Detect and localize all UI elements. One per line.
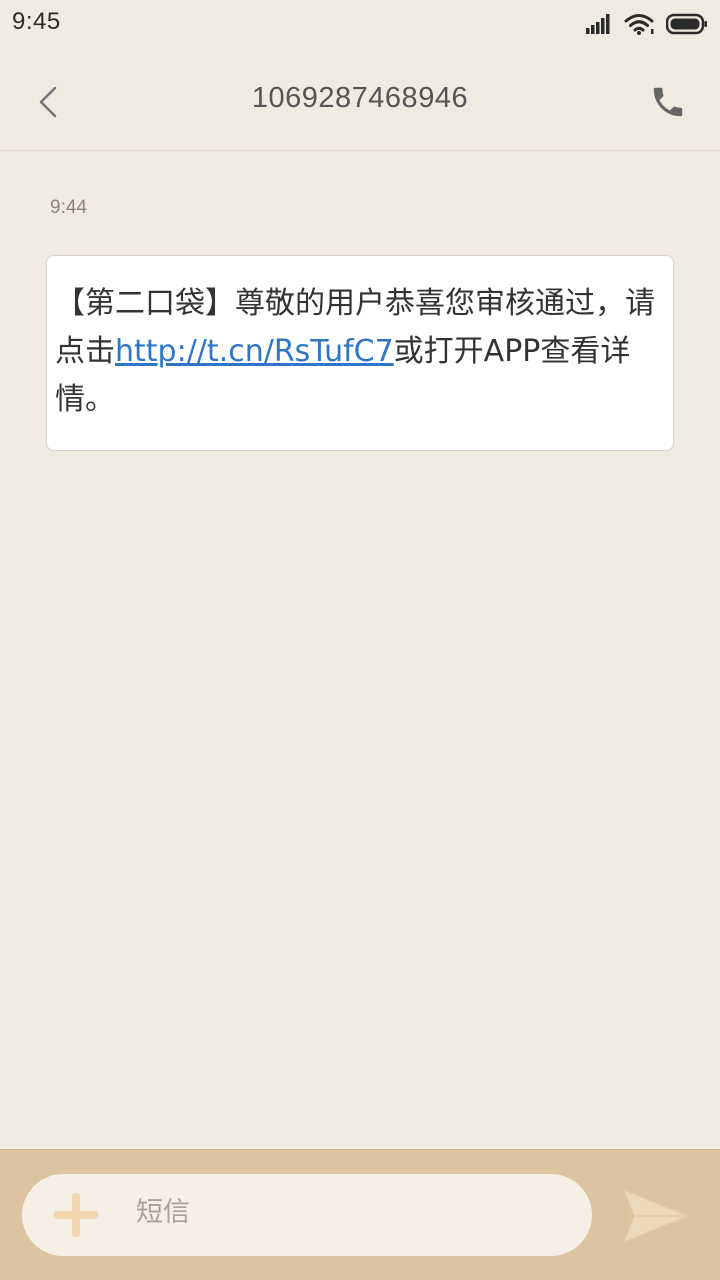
phone-icon xyxy=(653,87,683,117)
status-icons xyxy=(586,12,708,36)
signal-icon xyxy=(586,14,610,34)
message-list[interactable]: 9:44 【第二口袋】尊敬的用户恭喜您审核通过，请点击http://t.cn/R… xyxy=(0,151,720,1149)
message-input[interactable] xyxy=(136,1197,556,1228)
compose-bar xyxy=(0,1149,720,1280)
message-link[interactable]: http://t.cn/RsTufC7 xyxy=(115,334,394,369)
back-button[interactable] xyxy=(22,76,74,128)
back-chevron-icon xyxy=(39,86,57,118)
message-bubble[interactable]: 【第二口袋】尊敬的用户恭喜您审核通过，请点击http://t.cn/RsTufC… xyxy=(46,255,674,451)
send-icon[interactable] xyxy=(622,1188,690,1244)
contact-number-title: 1069287468946 xyxy=(251,82,469,114)
compose-field[interactable] xyxy=(22,1174,592,1256)
wifi-icon xyxy=(624,14,654,35)
message-timestamp: 9:44 xyxy=(50,197,87,218)
conversation-header: 1069287468946 xyxy=(0,48,720,151)
battery-icon xyxy=(666,13,707,35)
status-bar: 9:45 xyxy=(0,0,720,48)
plus-icon[interactable] xyxy=(52,1191,100,1239)
status-time: 9:45 xyxy=(12,8,61,35)
sms-conversation-screen: 9:45 1069287468946 9:44 【第二口袋】尊敬的用户恭喜您审核… xyxy=(0,0,720,1280)
call-button[interactable] xyxy=(642,76,694,128)
